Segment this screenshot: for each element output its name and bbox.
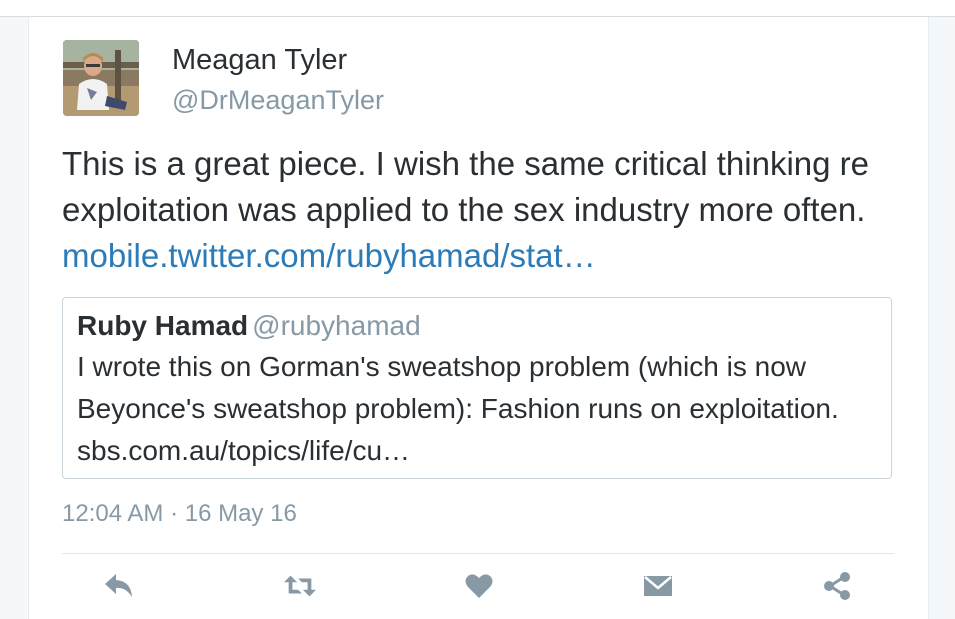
retweet-button[interactable] — [283, 569, 317, 603]
tweet-link[interactable]: mobile.twitter.com/rubyhamad/stat… — [62, 237, 596, 274]
direct-message-button[interactable] — [641, 569, 675, 603]
heart-icon — [465, 574, 493, 598]
tweet-text: This is a great piece. I wish the same c… — [62, 141, 902, 279]
top-bar — [0, 0, 955, 17]
reply-button[interactable] — [102, 569, 136, 603]
reply-icon — [105, 574, 132, 597]
envelope-icon — [644, 576, 672, 596]
quoted-tweet[interactable]: Ruby Hamad @rubyhamad I wrote this on Gor… — [62, 297, 892, 479]
like-button[interactable] — [462, 569, 496, 603]
quoted-author-handle: @rubyhamad — [252, 310, 421, 341]
author-handle[interactable]: @DrMeaganTyler — [172, 83, 384, 117]
timestamp[interactable]: 12:04 AM · 16 May 16 — [62, 499, 297, 529]
share-button[interactable] — [820, 569, 854, 603]
author-name[interactable]: Meagan Tyler — [172, 43, 347, 77]
quoted-tweet-header: Ruby Hamad @rubyhamad — [77, 310, 421, 342]
quoted-author-name: Ruby Hamad — [77, 310, 249, 341]
retweet-icon — [283, 575, 317, 597]
quoted-tweet-text: I wrote this on Gorman's sweatshop probl… — [77, 351, 839, 466]
avatar[interactable] — [63, 40, 139, 116]
share-icon — [824, 572, 850, 600]
tweet-body: This is a great piece. I wish the same c… — [62, 145, 870, 228]
tweet-card: Meagan Tyler @DrMeaganTyler This is a gr… — [28, 17, 929, 619]
divider — [62, 553, 894, 554]
